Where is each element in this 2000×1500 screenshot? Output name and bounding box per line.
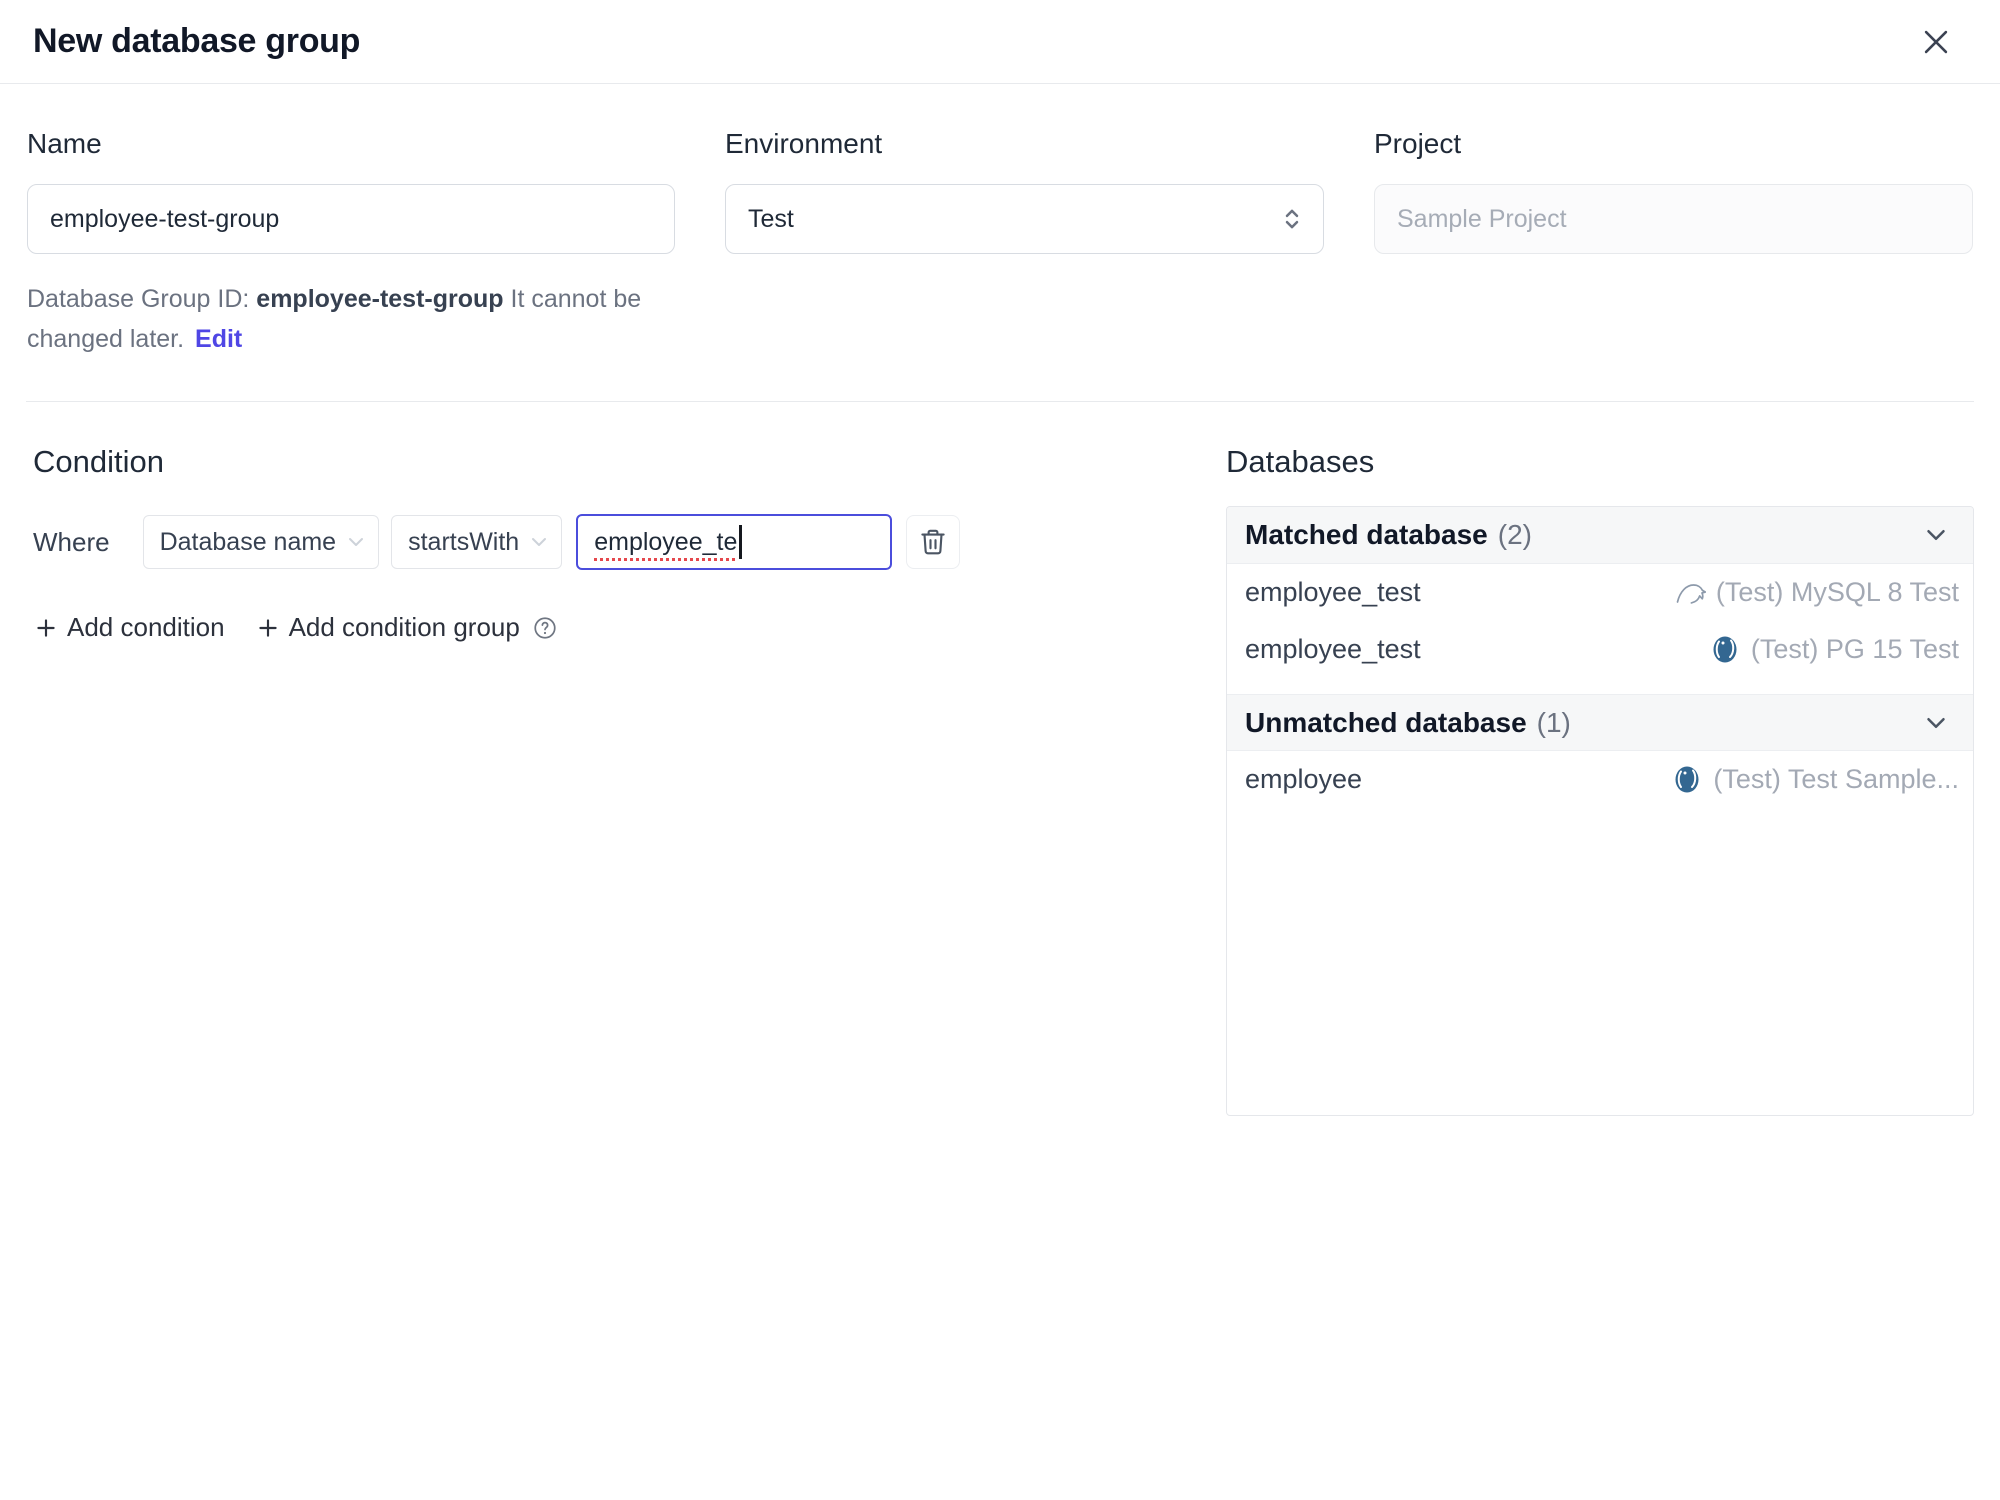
unmatched-database-header[interactable]: Unmatched database (1) xyxy=(1227,694,1973,751)
add-condition-group-button[interactable]: Add condition group xyxy=(255,612,558,643)
database-instance-label: (Test) MySQL 8 Test xyxy=(1715,577,1959,607)
database-name: employee_test xyxy=(1245,634,1421,664)
database-row: employee (Test) Test Sample... xyxy=(1227,751,1973,808)
edit-group-id-link[interactable]: Edit xyxy=(195,325,242,353)
condition-row: Where Database name startsWith employee_… xyxy=(33,514,1226,570)
plus-icon xyxy=(255,615,281,641)
database-row: employee_test (Test) MySQL 8 Test xyxy=(1227,564,1973,621)
trash-icon xyxy=(918,527,948,557)
close-icon xyxy=(1919,25,1953,59)
group-id-note-prefix: Database Group ID: xyxy=(27,285,257,313)
help-icon[interactable] xyxy=(532,615,558,641)
dialog-title: New database group xyxy=(33,22,361,60)
databases-panel: Matched database (2) employee_test (Test… xyxy=(1226,506,1974,1116)
mysql-icon xyxy=(1674,577,1706,609)
lower-section: Condition Where Database name startsWith… xyxy=(0,402,2000,1116)
select-updown-icon xyxy=(1277,204,1307,234)
database-row: employee_test (Test) PG 15 Test xyxy=(1227,621,1973,678)
name-input[interactable] xyxy=(27,184,675,254)
chevron-down-icon xyxy=(1921,708,1951,738)
matched-database-title: Matched database xyxy=(1245,519,1488,550)
database-name: employee_test xyxy=(1245,577,1421,607)
project-field-group: Project Sample Project xyxy=(1374,128,1973,359)
chevron-down-icon xyxy=(344,530,368,554)
chevron-down-icon xyxy=(527,530,551,554)
database-instance: (Test) MySQL 8 Test xyxy=(1674,577,1959,609)
project-input: Sample Project xyxy=(1374,184,1973,254)
databases-heading: Databases xyxy=(1226,444,1375,479)
condition-operator-select[interactable]: startsWith xyxy=(391,515,563,569)
unmatched-database-title: Unmatched database xyxy=(1245,706,1527,738)
database-instance-label: (Test) PG 15 Test xyxy=(1750,634,1959,664)
environment-field-group: Environment Test xyxy=(725,128,1324,359)
chevron-down-icon xyxy=(1921,520,1951,550)
project-label: Project xyxy=(1374,128,1462,159)
dialog-header: New database group xyxy=(0,0,2000,84)
project-value: Sample Project xyxy=(1397,204,1567,233)
condition-value-input[interactable]: employee_te xyxy=(576,514,893,570)
add-condition-label: Add condition xyxy=(67,612,225,642)
database-instance: (Test) Test Sample... xyxy=(1671,764,1959,796)
condition-field-select[interactable]: Database name xyxy=(142,515,380,569)
group-id-note: Database Group ID: employee-test-group I… xyxy=(27,280,675,359)
matched-database-header[interactable]: Matched database (2) xyxy=(1227,507,1973,564)
databases-section: Databases Matched database (2) employee_… xyxy=(1226,444,1974,1116)
condition-actions: Add condition Add condition group xyxy=(33,612,1226,643)
unmatched-database-count: (1) xyxy=(1536,706,1571,738)
where-label: Where xyxy=(33,526,110,557)
database-instance-label: (Test) Test Sample... xyxy=(1713,764,1959,794)
text-cursor xyxy=(739,525,742,559)
database-name: employee xyxy=(1245,764,1363,794)
condition-heading: Condition xyxy=(33,444,164,479)
matched-database-count: (2) xyxy=(1497,519,1532,550)
new-database-group-dialog: { "dialog": { "title": "New database gro… xyxy=(0,0,2000,1500)
postgresql-icon xyxy=(1671,764,1703,796)
condition-operator-value: startsWith xyxy=(408,527,520,556)
add-condition-group-label: Add condition group xyxy=(288,612,520,642)
environment-label: Environment xyxy=(725,128,883,159)
plus-icon xyxy=(33,615,59,641)
postgresql-icon xyxy=(1709,634,1741,666)
name-field-group: Name Database Group ID: employee-test-gr… xyxy=(27,128,675,359)
delete-condition-button[interactable] xyxy=(906,515,961,569)
name-label: Name xyxy=(27,128,102,159)
group-form: Name Database Group ID: employee-test-gr… xyxy=(0,84,2000,359)
close-button[interactable] xyxy=(1914,20,1958,64)
condition-field-value: Database name xyxy=(159,527,337,556)
database-instance: (Test) PG 15 Test xyxy=(1709,634,1959,666)
environment-select[interactable]: Test xyxy=(725,184,1324,254)
add-condition-button[interactable]: Add condition xyxy=(33,612,225,643)
condition-section: Condition Where Database name startsWith… xyxy=(33,444,1226,643)
environment-selected-value: Test xyxy=(748,204,794,233)
condition-value-text: employee_te xyxy=(594,527,738,556)
group-id-value: employee-test-group xyxy=(256,285,504,313)
